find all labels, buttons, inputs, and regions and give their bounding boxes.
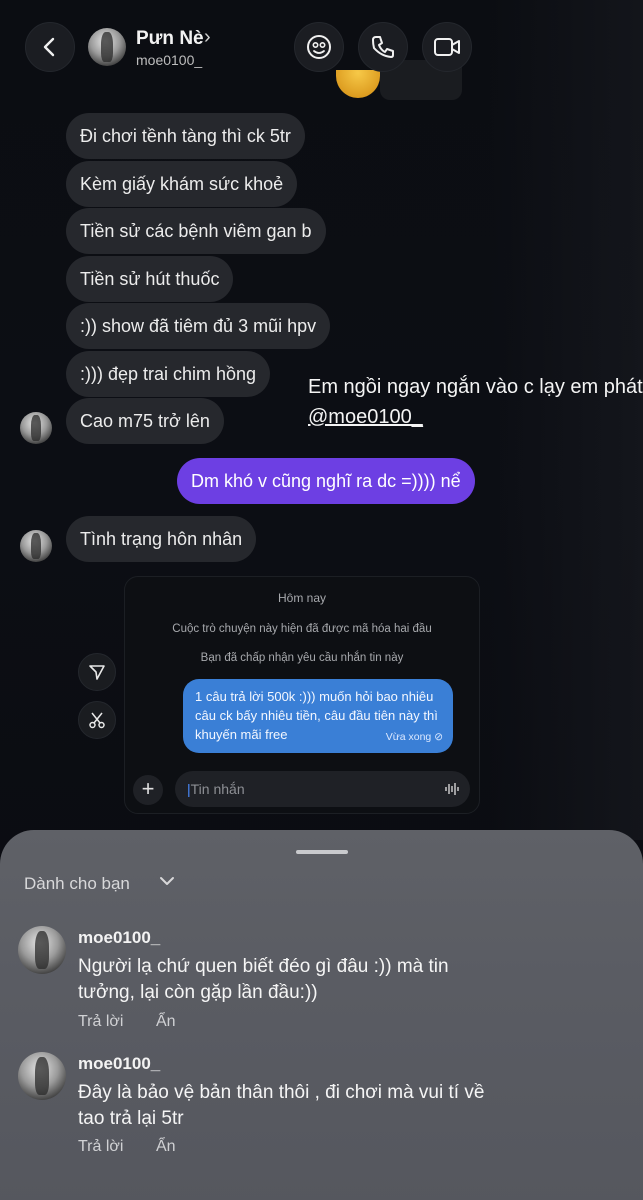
comment-username[interactable]: moe0100_ xyxy=(78,928,160,948)
screenshot: Pưn Nè › moe0100_ Đi chơi tềnh tàng thì … xyxy=(0,0,643,1200)
hide-button[interactable]: Ẩn xyxy=(156,1138,176,1156)
comment-text-line: Người lạ chứ quen biết đéo gì đâu :)) mà… xyxy=(78,956,449,977)
cut-button[interactable] xyxy=(78,701,116,739)
message-bubble[interactable]: Tiền sử các bệnh viêm gan b xyxy=(66,208,326,254)
message-bubble[interactable]: Tiền sử hút thuốc xyxy=(66,256,234,302)
share-button[interactable] xyxy=(78,653,116,691)
back-button[interactable] xyxy=(25,22,75,72)
sender-avatar[interactable] xyxy=(20,530,52,562)
comment-text: Người lạ chứ quen biết đéo gì đâu :)) mà… xyxy=(78,954,449,1006)
comments-sheet[interactable]: Dành cho bạn moe0100_ Người lạ chứ quen … xyxy=(0,830,643,1200)
outgoing-message-bubble[interactable]: Dm khó v cũng nghĩ ra dc =)))) nể xyxy=(177,458,475,504)
message-bubble[interactable]: :)) show đã tiêm đủ 3 mũi hpv xyxy=(66,303,331,349)
contact-username: moe0100_ xyxy=(136,52,203,68)
chevron-down-icon[interactable] xyxy=(158,872,176,890)
check-circle-icon: ⊘ xyxy=(434,731,443,743)
comment-avatar[interactable] xyxy=(18,1052,66,1100)
comment-text-line: tưởng, lại còn gặp lần đầu:)) xyxy=(78,982,318,1003)
overlay-caption-line: Em ngồi ngay ngắn vào c lạy em phát xyxy=(308,376,643,398)
hide-button[interactable]: Ẩn xyxy=(156,1013,176,1031)
scissors-icon xyxy=(89,712,105,729)
section-title[interactable]: Dành cho bạn xyxy=(24,874,130,894)
comment-avatar[interactable] xyxy=(18,926,66,974)
send-icon xyxy=(89,665,105,680)
inner-plus-button: + xyxy=(133,775,163,805)
overlay-mention[interactable]: @moe0100_ xyxy=(308,402,643,432)
overlay-caption: Em ngồi ngay ngắn vào c lạy em phát @moe… xyxy=(308,372,643,432)
voice-call-button[interactable] xyxy=(358,22,408,72)
embedded-screenshot[interactable]: Hôm nay Cuộc trò chuyện này hiện đã được… xyxy=(124,576,480,814)
message-bubble[interactable]: Kèm giấy khám sức khoẻ xyxy=(66,161,298,207)
comment-text-line: tao trả lại 5tr xyxy=(78,1108,184,1129)
inner-input-placeholder: Tin nhắn xyxy=(190,781,245,797)
inner-date-label: Hôm nay xyxy=(277,591,327,605)
sender-avatar[interactable] xyxy=(20,412,52,444)
inner-message-input: |Tin nhắn xyxy=(175,771,470,807)
message-bubble[interactable]: Tình trạng hôn nhân xyxy=(66,516,257,562)
reply-button[interactable]: Trả lời xyxy=(78,1138,123,1156)
sheet-drag-handle[interactable] xyxy=(296,850,348,854)
back-chevron-icon xyxy=(43,37,55,57)
video-camera-icon xyxy=(434,38,460,56)
contact-name[interactable]: Pưn Nè xyxy=(136,28,204,50)
comment-text-line: Đây là bảo vệ bản thân thôi , đi chơi mà… xyxy=(78,1082,485,1103)
message-bubble[interactable]: Cao m75 trở lên xyxy=(66,398,224,444)
inner-message-bubble: 1 câu trả lời 500k :))) muốn hỏi bao nhi… xyxy=(183,679,453,753)
inner-seen-label: Vừa xong xyxy=(385,731,432,743)
waveform-icon xyxy=(445,783,459,795)
comment-text: Đây là bảo vệ bản thân thôi , đi chơi mà… xyxy=(78,1080,484,1132)
inner-encrypted-notice: Cuộc trò chuyện này hiện đã được mã hóa … xyxy=(172,623,432,635)
sticker-button[interactable] xyxy=(294,22,344,72)
video-call-button[interactable] xyxy=(422,22,472,72)
inner-seen-status: Vừa xong ⊘ xyxy=(386,728,443,747)
sticker-icon xyxy=(307,35,331,59)
contact-chevron-icon[interactable]: › xyxy=(204,26,211,49)
message-bubble[interactable]: Đi chơi tềnh tàng thì ck 5tr xyxy=(66,113,305,159)
phone-icon xyxy=(372,36,394,58)
comment-username[interactable]: moe0100_ xyxy=(78,1054,160,1074)
contact-avatar[interactable] xyxy=(88,28,126,66)
reply-button[interactable]: Trả lời xyxy=(78,1013,123,1031)
message-bubble[interactable]: :))) đẹp trai chim hồng xyxy=(66,351,271,397)
inner-accepted-notice: Bạn đã chấp nhận yêu cầu nhắn tin này xyxy=(200,652,404,664)
